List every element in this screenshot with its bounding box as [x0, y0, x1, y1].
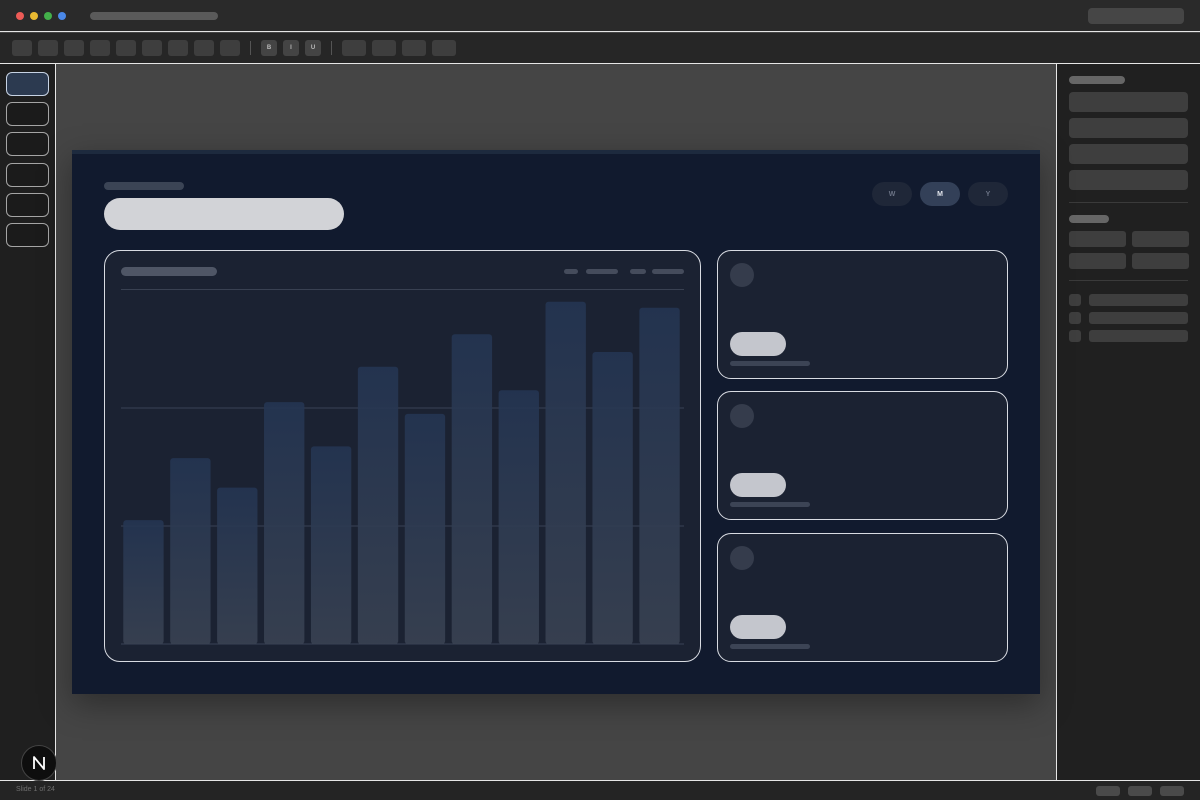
status-bar-button[interactable] — [1160, 786, 1184, 796]
slide-indicator: Slide 1 of 24 — [16, 786, 55, 793]
chart-bar — [264, 402, 305, 644]
n-logo-glyph — [33, 756, 45, 770]
range-pill-year[interactable]: Y — [968, 182, 1008, 206]
stat-value — [730, 332, 786, 356]
toolbar-divider — [331, 41, 332, 55]
slide-title — [104, 198, 344, 230]
bold-icon: B — [266, 45, 272, 51]
chart-bar — [639, 307, 680, 644]
underline-button[interactable]: U — [305, 40, 321, 56]
slide-thumbnail[interactable] — [6, 102, 49, 126]
inspector-checkbox[interactable] — [1069, 294, 1081, 306]
toolbar-button[interactable] — [116, 40, 136, 56]
stat-card — [717, 391, 1008, 520]
inspector-field[interactable] — [1069, 253, 1126, 269]
toolbar-button[interactable] — [168, 40, 188, 56]
toolbar-button[interactable] — [12, 40, 32, 56]
status-bar: Slide 1 of 24 — [0, 780, 1200, 800]
toolbar-button[interactable] — [194, 40, 214, 56]
toolbar-button[interactable] — [90, 40, 110, 56]
toolbar-divider — [250, 41, 251, 55]
window-extra-button[interactable] — [58, 12, 66, 20]
range-pill-week[interactable]: W — [872, 182, 912, 206]
toolbar-button[interactable] — [372, 40, 396, 56]
inspector-field[interactable] — [1132, 231, 1189, 247]
inspector-panel — [1056, 64, 1200, 780]
inspector-field[interactable] — [1069, 231, 1126, 247]
toolbar-button[interactable] — [432, 40, 456, 56]
chart-bar — [498, 390, 539, 644]
inspector-section-title — [1069, 215, 1109, 223]
inspector-section-title — [1069, 76, 1125, 84]
inspector-option[interactable] — [1089, 312, 1188, 324]
stat-card — [717, 250, 1008, 379]
chart-bar — [217, 487, 258, 644]
slide-thumbnail[interactable] — [6, 72, 49, 96]
toolbar-button[interactable] — [38, 40, 58, 56]
close-window-button[interactable] — [16, 12, 24, 20]
stat-icon — [730, 546, 754, 570]
stat-label — [730, 361, 810, 366]
inspector-field[interactable] — [1069, 92, 1188, 112]
inspector-option[interactable] — [1089, 294, 1188, 306]
n-logo-icon[interactable] — [21, 745, 57, 781]
inspector-field[interactable] — [1069, 118, 1188, 138]
range-pill-month[interactable]: M — [920, 182, 960, 206]
toolbar-button[interactable] — [342, 40, 366, 56]
zoom-window-button[interactable] — [44, 12, 52, 20]
italic-icon: I — [290, 45, 292, 51]
status-bar-button[interactable] — [1096, 786, 1120, 796]
stat-label — [730, 644, 810, 649]
chart-bar — [545, 301, 586, 644]
slide-thumbnail[interactable] — [6, 163, 49, 187]
title-bar — [0, 0, 1200, 32]
toolbar: B I U — [0, 33, 1200, 64]
status-bar-button[interactable] — [1128, 786, 1152, 796]
stat-value — [730, 615, 786, 639]
chart-card — [104, 250, 701, 662]
stat-icon — [730, 404, 754, 428]
chart-bar — [123, 520, 164, 644]
italic-button[interactable]: I — [283, 40, 299, 56]
toolbar-button[interactable] — [142, 40, 162, 56]
share-button[interactable] — [1088, 8, 1184, 24]
chart-bar — [170, 458, 211, 644]
inspector-checkbox[interactable] — [1069, 330, 1081, 342]
stat-card — [717, 533, 1008, 662]
inspector-checkbox[interactable] — [1069, 312, 1081, 324]
underline-icon: U — [310, 45, 316, 51]
chart-bar — [404, 413, 446, 644]
bold-button[interactable]: B — [261, 40, 277, 56]
bar-chart — [121, 301, 684, 645]
toolbar-button[interactable] — [220, 40, 240, 56]
chart-bar — [592, 351, 633, 644]
inspector-field[interactable] — [1069, 144, 1188, 164]
inspector-field[interactable] — [1132, 253, 1189, 269]
stat-label — [730, 502, 810, 507]
slide-kicker — [104, 182, 184, 190]
inspector-divider — [1069, 280, 1188, 281]
chart-bar — [451, 334, 493, 644]
slide-thumbnail[interactable] — [6, 132, 49, 156]
slides-panel — [0, 64, 56, 780]
chart-bar — [357, 366, 399, 644]
chart-bar — [310, 446, 352, 644]
slide-thumbnail[interactable] — [6, 193, 49, 217]
toolbar-button[interactable] — [64, 40, 84, 56]
inspector-divider — [1069, 202, 1188, 203]
inspector-field[interactable] — [1069, 170, 1188, 190]
slide-thumbnail[interactable] — [6, 223, 49, 247]
stat-icon — [730, 263, 754, 287]
inspector-option[interactable] — [1089, 330, 1188, 342]
minimize-window-button[interactable] — [30, 12, 38, 20]
stat-value — [730, 473, 786, 497]
toolbar-button[interactable] — [402, 40, 426, 56]
slide-canvas[interactable]: W M Y — [72, 150, 1040, 694]
document-title — [90, 12, 218, 20]
